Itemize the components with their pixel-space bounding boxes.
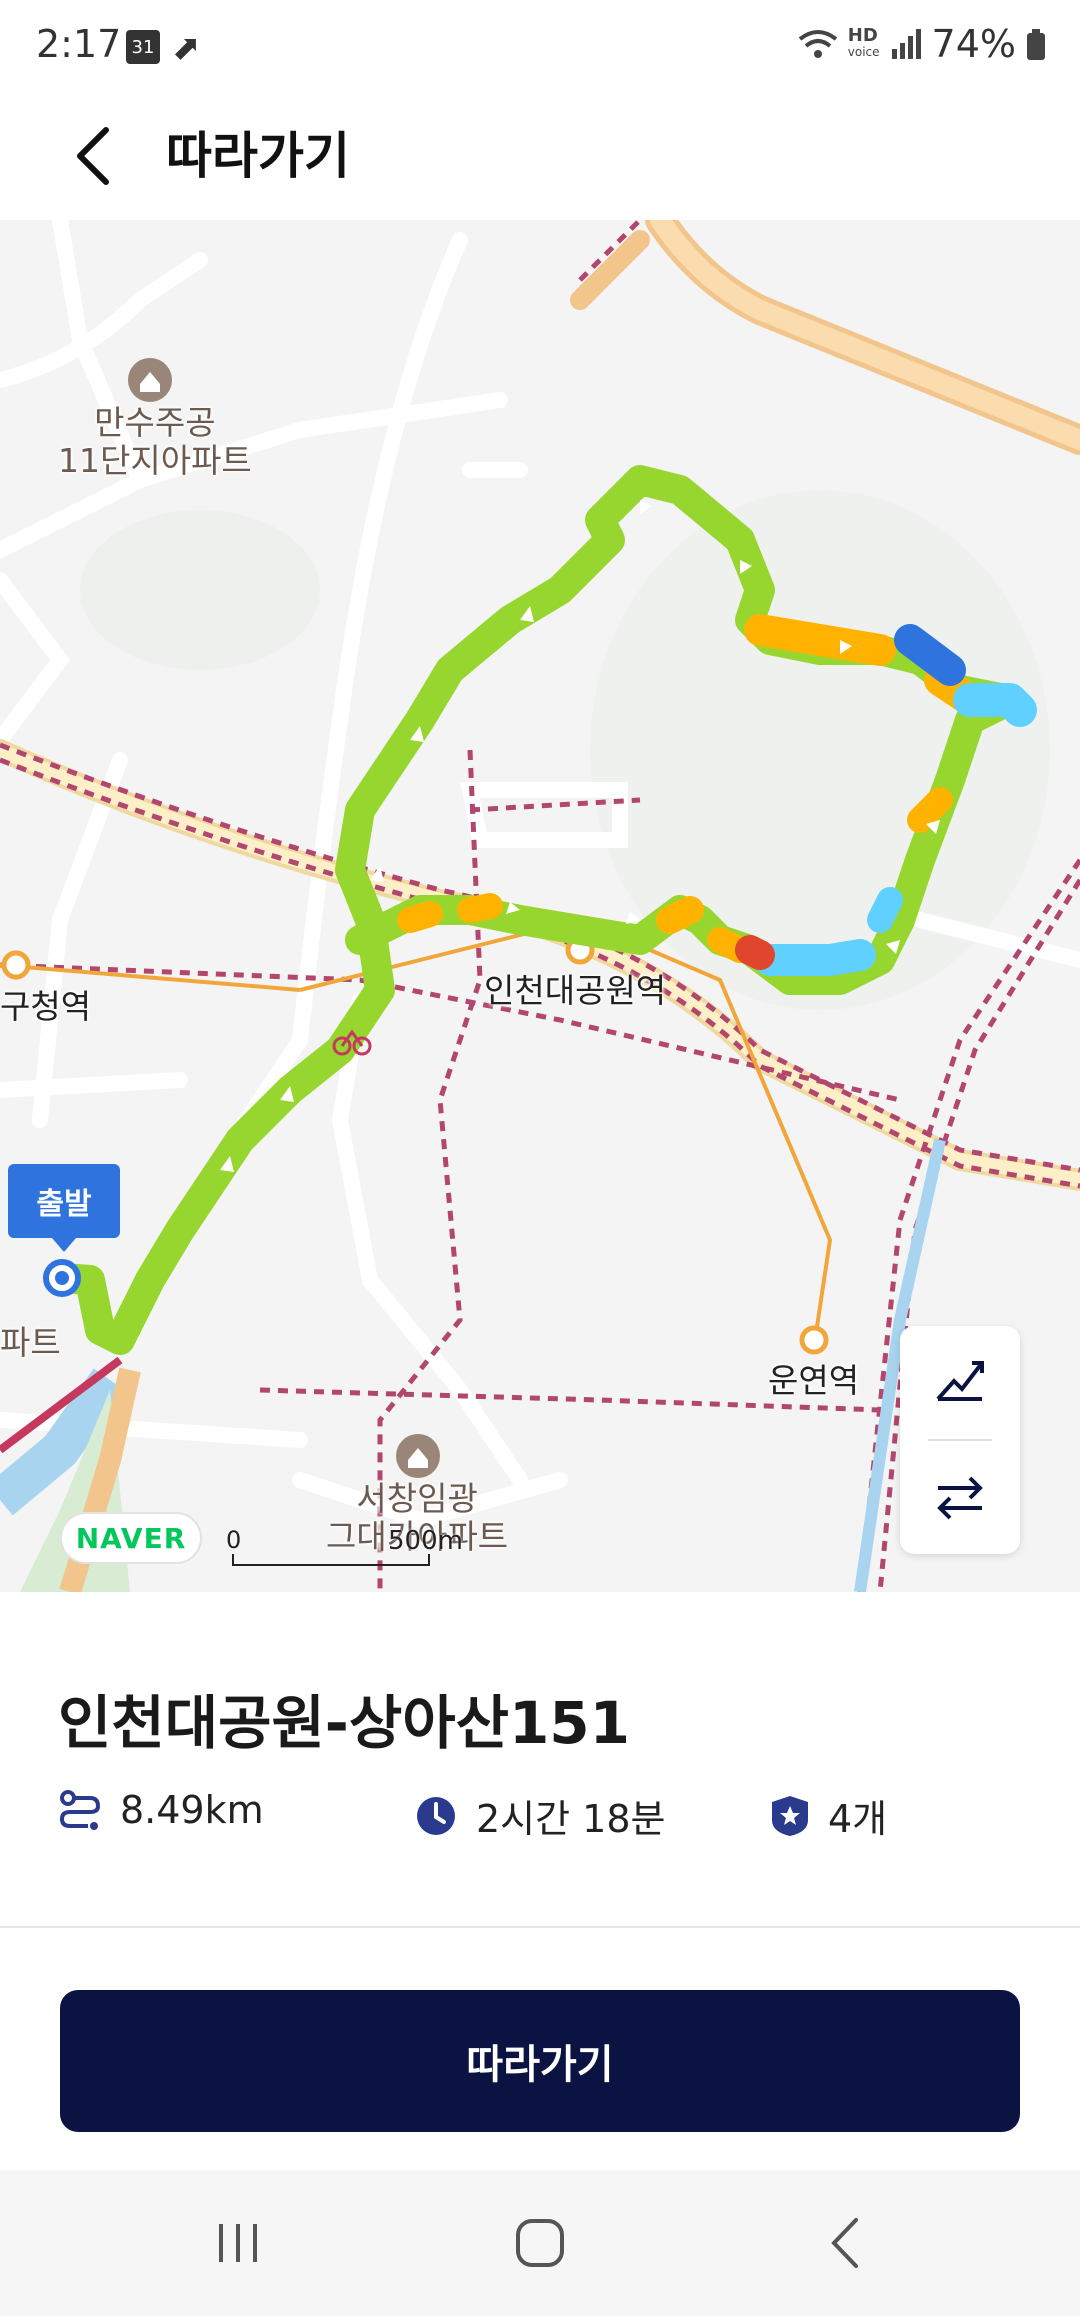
wifi-icon [798, 30, 837, 58]
signal-icon [891, 29, 921, 59]
battery-icon [1027, 29, 1045, 60]
stamps-value: 4개 [828, 1797, 888, 1841]
map-place-label: 파트 [0, 1323, 61, 1362]
status-indicators: HD voice 74% [798, 22, 1046, 66]
status-bar: 2:17 31 ⬈ HD voice 74% [0, 0, 1080, 96]
app-notification-icon: ⬈ [172, 28, 201, 68]
course-title: 인천대공원-상아산151 [58, 1689, 631, 1757]
home-button[interactable] [490, 2200, 590, 2286]
page-title: 따라가기 [166, 127, 350, 185]
reverse-direction-button[interactable] [900, 1442, 1020, 1552]
controls-divider [928, 1439, 992, 1441]
duration-stat: 2시간 18분 [414, 1788, 666, 1843]
chevron-left-icon [77, 127, 109, 185]
map-controls [900, 1326, 1020, 1554]
scale-distance-label: 500m [388, 1526, 463, 1556]
calendar-icon: 31 [126, 30, 160, 64]
course-info-sheet: 인천대공원-상아산151 8.49km 2시간 18분 4개 따라가기 [0, 1592, 1080, 2170]
stamp-badge-icon [772, 1795, 808, 1836]
distance-stat: 8.49km [58, 1788, 264, 1832]
home-icon [516, 2219, 564, 2267]
route-icon [59, 1790, 101, 1830]
recent-apps-button[interactable] [188, 2200, 288, 2286]
swap-arrows-icon [937, 1476, 983, 1520]
course-stats: 8.49km 2시간 18분 4개 [58, 1788, 1038, 1858]
stamps-stat: 4개 [770, 1788, 887, 1843]
recent-apps-icon [219, 2224, 257, 2262]
sheet-divider [0, 1926, 1080, 1928]
map-station-label: 인천대공원역 [484, 971, 667, 1010]
elevation-toggle-button[interactable] [900, 1326, 1020, 1436]
map-station-label: 구청역 [0, 987, 92, 1026]
network-label: HD voice [847, 25, 880, 60]
follow-button[interactable]: 따라가기 [60, 1990, 1020, 2132]
route-map[interactable]: 만수주공 11단지아파트 구청역 인천대공원역 파트 운연역 서창임광 그대가아… [0, 220, 1080, 1592]
system-navigation-bar [0, 2170, 1080, 2316]
status-time: 2:17 [36, 22, 122, 66]
map-place-label: 만수주공 11단지아파트 [58, 403, 252, 480]
battery-percentage: 74% [931, 22, 1016, 66]
map-station-label: 운연역 [768, 1361, 860, 1400]
clock-icon [417, 1796, 455, 1835]
duration-value: 2시간 18분 [476, 1797, 666, 1841]
scale-zero-label: 0 [226, 1526, 242, 1554]
naver-logo: NAVER [60, 1512, 202, 1564]
back-arrow-icon [831, 2218, 858, 2268]
elevation-icon [936, 1361, 984, 1401]
system-back-button[interactable] [794, 2200, 894, 2286]
distance-value: 8.49km [120, 1788, 264, 1832]
back-button[interactable] [54, 116, 134, 196]
header: 따라가기 [0, 96, 1080, 220]
start-marker-label[interactable]: 출발 [8, 1164, 120, 1252]
